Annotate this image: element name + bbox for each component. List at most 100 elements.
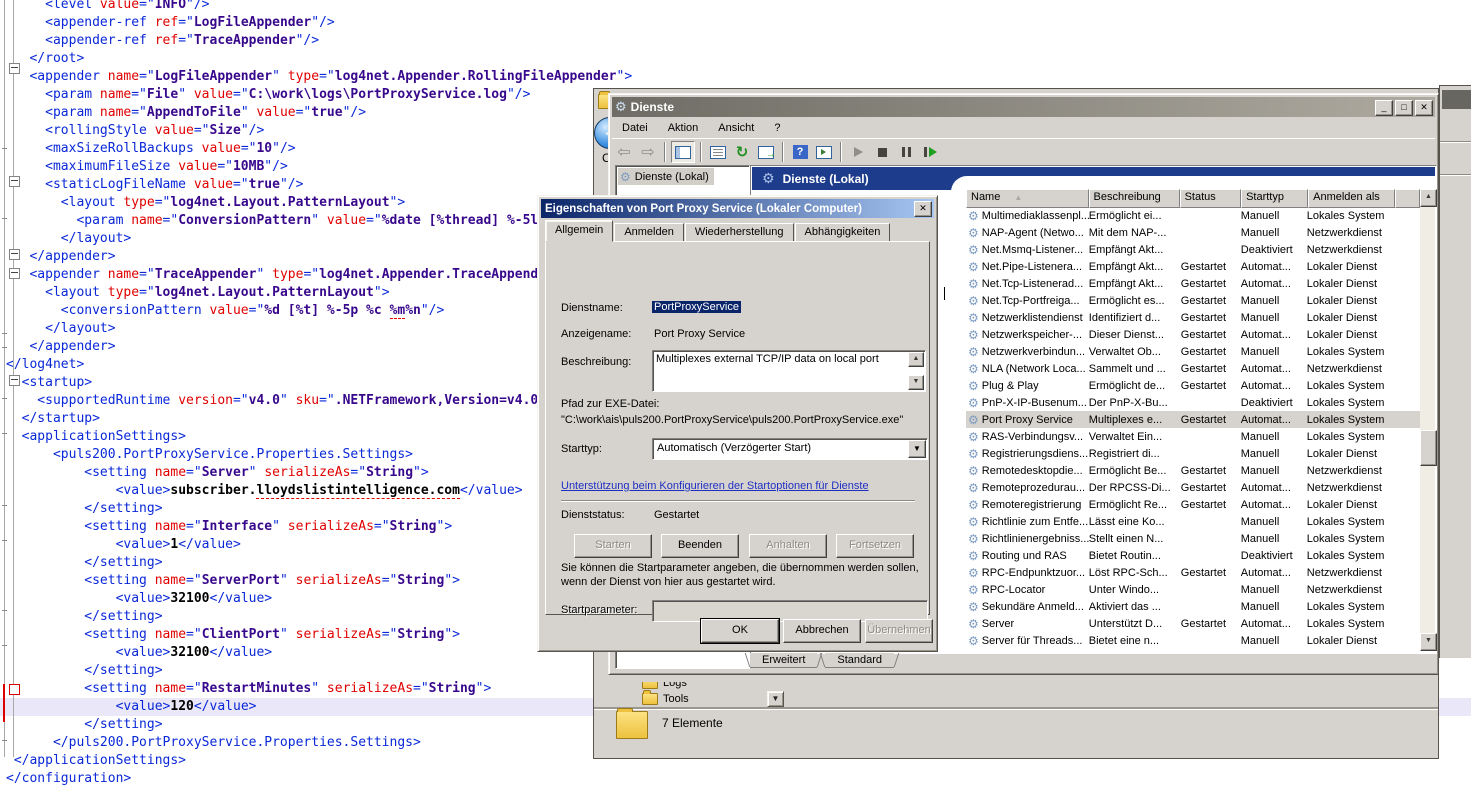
dialog-tab-wiederherstellung[interactable]: Wiederherstellung [685, 223, 794, 242]
folder-list-item[interactable]: Logs [642, 682, 687, 690]
service-row[interactable]: NLA (Network Loca...Sammelt und ...Gesta… [966, 360, 1420, 377]
service-gear-icon [968, 430, 979, 444]
service-row[interactable]: Sekundäre Anmeld...Aktiviert das ...Manu… [966, 598, 1420, 615]
back-icon[interactable]: ⇦ [613, 142, 635, 162]
close-button[interactable]: ✕ [1415, 100, 1433, 116]
column-header-anmelden-als[interactable]: Anmelden als [1308, 189, 1395, 208]
pause-service-icon[interactable] [895, 142, 917, 162]
ok-button[interactable]: OK [701, 619, 779, 643]
help-icon[interactable]: ? [789, 142, 811, 162]
services-window-titlebar[interactable]: Dienste [612, 97, 1435, 117]
code-line: </setting> [6, 662, 163, 680]
service-starttyp: Manuell [1241, 227, 1307, 239]
service-row[interactable]: NAP-Agent (Netwo...Mit dem NAP-...Manuel… [966, 224, 1420, 241]
service-row[interactable]: RemoteregistrierungErmöglicht Re...Gesta… [966, 496, 1420, 513]
beenden-button[interactable]: Beenden [661, 534, 739, 558]
column-header-status[interactable]: Status [1180, 189, 1241, 208]
fold-collapse-icon[interactable] [9, 176, 20, 187]
forward-icon[interactable]: ⇨ [637, 142, 659, 162]
service-row[interactable]: Remotedesktopdie...Ermöglicht Be...Gesta… [966, 462, 1420, 479]
dialog-tab-allgemein[interactable]: Allgemein [545, 220, 613, 242]
extended-view-icon[interactable] [813, 142, 835, 162]
service-row[interactable]: Net.Msmq-Listener...Empfängt Akt...Deakt… [966, 241, 1420, 258]
starten-button[interactable]: Starten [574, 534, 652, 558]
service-row[interactable]: Plug & PlayErmöglicht de...GestartetAuto… [966, 377, 1420, 394]
starttyp-combobox[interactable]: Automatisch (Verzögerter Start) ▼ [652, 438, 928, 460]
vertical-scrollbar[interactable]: ▲ ▼ [1420, 189, 1435, 651]
folder-list-item[interactable]: Tools [642, 692, 689, 706]
fortsetzen-button[interactable]: Fortsetzen [836, 534, 914, 558]
uebernehmen-button[interactable]: Übernehmen [865, 619, 933, 643]
close-icon[interactable]: ✕ [914, 201, 932, 217]
service-row-selected[interactable]: Port Proxy ServiceMultiplexes e...Gestar… [966, 411, 1420, 428]
beschreibung-textbox[interactable]: Multiplexes external TCP/IP data on loca… [652, 350, 926, 392]
column-header-beschreibung[interactable]: Beschreibung [1089, 189, 1180, 208]
menu-item-aktion[interactable]: Aktion [668, 122, 699, 134]
abbrechen-button[interactable]: Abbrechen [783, 619, 861, 643]
column-header-starttyp[interactable]: Starttyp [1241, 189, 1308, 208]
column-header-name[interactable]: Name▲ [966, 189, 1089, 208]
dropdown-arrow-button[interactable]: ▼ [767, 691, 784, 707]
menu-item-ansicht[interactable]: Ansicht [718, 122, 754, 134]
dienstname-value[interactable]: PortProxyService [652, 301, 741, 313]
service-row[interactable]: NetzwerklistendienstIdentifiziert d...Ge… [966, 309, 1420, 326]
scroll-up-button[interactable]: ▲ [908, 352, 924, 367]
dialog-titlebar[interactable]: Eigenschaften von Port Proxy Service (Lo… [541, 199, 934, 218]
show-console-tree-icon[interactable] [671, 141, 695, 163]
service-row[interactable]: PnP-X-IP-Busenum...Der PnP-X-Bu...Deakti… [966, 394, 1420, 411]
service-row[interactable]: RPC-LocatorUnter Windo...ManuellNetzwerk… [966, 581, 1420, 598]
code-fold-gutter [0, 0, 24, 787]
scroll-up-button[interactable]: ▲ [1420, 189, 1437, 207]
service-row[interactable]: Net.Pipe-Listenera...Empfängt Akt...Gest… [966, 258, 1420, 275]
service-starttyp: Automat... [1241, 278, 1307, 290]
minimize-button[interactable]: _ [1375, 100, 1393, 116]
refresh-icon[interactable]: ↻ [731, 142, 753, 162]
export-list-icon[interactable]: → [755, 142, 777, 162]
menu-item-?[interactable]: ? [774, 122, 780, 134]
service-row[interactable]: RPC-Endpunktzuor...Löst RPC-Sch...Gestar… [966, 564, 1420, 581]
properties-icon[interactable] [707, 142, 729, 162]
startparameter-label: Startparameter: [561, 604, 637, 616]
dialog-tab-anmelden[interactable]: Anmelden [614, 223, 684, 242]
anhalten-button[interactable]: Anhalten [749, 534, 827, 558]
pfad-label: Pfad zur EXE-Datei: [561, 398, 659, 410]
scroll-down-button[interactable]: ▼ [1420, 633, 1437, 651]
service-row[interactable]: RAS-Verbindungsv...Verwaltet Ein...Manue… [966, 428, 1420, 445]
service-row[interactable]: Multimediaklassenpl...Ermöglicht ei...Ma… [966, 207, 1420, 224]
service-properties-dialog[interactable]: Eigenschaften von Port Proxy Service (Lo… [537, 195, 938, 652]
start-service-icon[interactable] [847, 142, 869, 162]
menu-item-datei[interactable]: Datei [622, 122, 648, 134]
fold-collapse-icon[interactable] [9, 268, 20, 279]
restart-service-icon[interactable] [919, 142, 941, 162]
service-row[interactable]: Richtlinie zum Entfe...Lässt eine Ko...M… [966, 513, 1420, 530]
service-row[interactable]: Netzwerkverbindun...Verwaltet Ob...Gesta… [966, 343, 1420, 360]
fold-collapse-icon[interactable] [9, 375, 20, 386]
maximize-button[interactable]: □ [1395, 100, 1413, 116]
fold-tick [2, 333, 7, 334]
service-row[interactable]: ServerUnterstützt D...GestartetAutomat..… [966, 615, 1420, 632]
scrollbar-thumb[interactable] [1420, 430, 1437, 466]
fold-collapse-icon[interactable] [9, 63, 20, 74]
stop-service-icon[interactable] [871, 142, 893, 162]
dialog-tab-abhängigkeiten[interactable]: Abhängigkeiten [795, 223, 891, 242]
service-row[interactable]: Net.Tcp-Portfreiga...Ermöglicht es...Ges… [966, 292, 1420, 309]
service-row[interactable]: Net.Tcp-Listenerad...Empfängt Akt...Gest… [966, 275, 1420, 292]
menu-bar[interactable]: Datei Aktion Ansicht? [612, 118, 1435, 139]
beschreibung-text: Multiplexes external TCP/IP data on loca… [656, 353, 907, 365]
scroll-down-button[interactable]: ▼ [908, 375, 924, 390]
service-row[interactable]: Netzwerkspeicher-...Dieser Dienst...Gest… [966, 326, 1420, 343]
fold-collapse-icon[interactable] [9, 249, 20, 260]
view-tab-standard[interactable]: Standard [825, 653, 894, 668]
service-starttyp: Manuell [1241, 533, 1307, 545]
startoptions-help-link[interactable]: Unterstützung beim Konfigurieren der Sta… [561, 480, 869, 492]
service-row[interactable]: Registrierungsdiens...Registriert di...M… [966, 445, 1420, 462]
services-list[interactable]: Name▲BeschreibungStatusStarttypAnmelden … [966, 189, 1435, 651]
service-row[interactable]: Server für Threads...Bietet eine n...Man… [966, 632, 1420, 649]
chevron-down-icon[interactable]: ▼ [908, 440, 926, 458]
service-row[interactable]: Remoteprozedurau...Der RPCSS-Di...Gestar… [966, 479, 1420, 496]
service-row[interactable]: Richtlinienergebniss...Stellt einen N...… [966, 530, 1420, 547]
tree-item-dienste-lokal[interactable]: Dienste (Lokal) [618, 168, 714, 185]
changed-region-fold-icon[interactable] [9, 684, 20, 695]
view-tab-erweitert[interactable]: Erweitert [750, 653, 817, 668]
service-row[interactable]: Routing und RASBietet Routin...Deaktivie… [966, 547, 1420, 564]
